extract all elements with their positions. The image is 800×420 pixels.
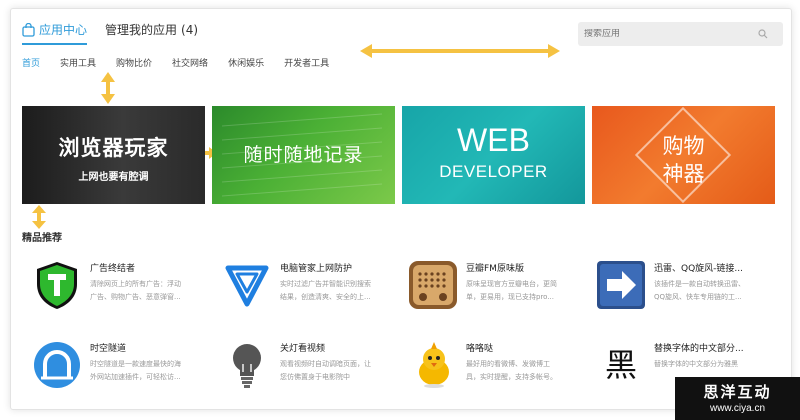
vertical-arrow-annotation — [101, 72, 115, 104]
nav-utilities[interactable]: 实用工具 — [60, 56, 96, 69]
shield-t-icon — [37, 262, 77, 309]
lightbulb-icon — [233, 344, 261, 388]
search-input[interactable] — [578, 29, 758, 39]
banner-notes[interactable]: 随时随地记录 — [212, 106, 395, 204]
tab-manage-apps-label: 管理我的应用 — [105, 23, 178, 37]
radio-icon — [409, 261, 457, 309]
banner-notes-title: 随时随地记录 — [243, 144, 364, 166]
site-watermark: 思洋互动 www.ciya.cn — [675, 377, 800, 420]
app-item-lights-off[interactable]: 关灯看视频 观看视频时自动调暗页面，让您仿佛置身于电影院中 — [212, 338, 382, 398]
banner-browser-player[interactable]: 浏览器玩家 上网也要有腔调 — [22, 106, 205, 204]
app-item-pc-manager[interactable]: 电脑管家上网防护 实时过滤广告并智能识别搜索结果，创造清爽、安全的上... — [212, 258, 382, 318]
app-name: 广告终结者 — [90, 264, 136, 274]
banner-shopping[interactable]: 购物 神器 — [592, 106, 775, 204]
nav-shopping[interactable]: 购物比价 — [116, 56, 152, 69]
app-item-thunder-link[interactable]: 迅雷、QQ旋风-链接... 该插件是一款自动转换迅雷、QQ旋风、快车专用链的工.… — [586, 258, 756, 318]
app-name: 电脑管家上网防护 — [280, 264, 353, 274]
tab-app-center[interactable]: 应用中心 — [22, 20, 88, 45]
nav-social[interactable]: 社交网络 — [172, 56, 208, 69]
app-desc: 观看视频时自动调暗页面，让您仿佛置身于电影院中 — [280, 360, 371, 381]
shopping-bag-icon — [22, 23, 35, 37]
nav-developer-tools[interactable]: 开发者工具 — [284, 56, 329, 69]
search-box — [578, 22, 783, 46]
app-desc: 原味呈现官方豆瓣电台，更简单，更易用，现已支持pro... — [466, 280, 557, 301]
banner-web-developer-subtitle: DEVELOPER — [439, 162, 548, 181]
app-desc: 该插件是一款自动转换迅雷、QQ旋风、快车专用链的工... — [654, 280, 745, 301]
nav-entertainment[interactable]: 休闲娱乐 — [228, 56, 264, 69]
banner-browser-player-subtitle: 上网也要有腔调 — [78, 172, 149, 183]
watermark-brand: 思洋互动 — [703, 383, 772, 401]
app-name: 替换字体的中文部分... — [654, 344, 744, 354]
tab-app-center-label: 应用中心 — [39, 23, 88, 37]
banner-shopping-line2: 神器 — [662, 162, 705, 186]
hei-char-icon: 黑 — [604, 346, 637, 384]
banner-browser-player-title: 浏览器玩家 — [58, 135, 169, 160]
watermark-url: www.ciya.cn — [709, 403, 765, 414]
header-tabs: 应用中心 管理我的应用 (4) — [22, 20, 214, 45]
tencent-shield-icon — [225, 265, 269, 307]
app-name: 豆瓣FM原味版 — [466, 264, 524, 274]
horizontal-arrow-annotation — [360, 44, 560, 58]
app-item-douban-fm[interactable]: 豆瓣FM原味版 原味呈现官方豆瓣电台，更简单，更易用，现已支持pro... — [398, 258, 568, 318]
app-name: 迅雷、QQ旋风-链接... — [654, 264, 743, 274]
category-nav: 首页 实用工具 购物比价 社交网络 休闲娱乐 开发者工具 — [22, 56, 349, 69]
section-gap-arrow-annotation — [32, 205, 46, 229]
tunnel-icon — [34, 342, 80, 388]
app-desc: 清除网页上的所有广告：浮动广告、购物广告、恶意弹窗... — [90, 280, 181, 301]
app-desc: 时空隧道是一款速度最快的海外网站加速插件，可轻松访... — [90, 360, 181, 381]
banner-web-developer[interactable]: WEB DEVELOPER — [402, 106, 585, 204]
tab-manage-apps[interactable]: 管理我的应用 (4) — [103, 20, 198, 40]
app-name: 关灯看视频 — [280, 344, 326, 354]
app-name: 时空隧道 — [90, 344, 127, 354]
banner-shopping-line1: 购物 — [662, 134, 705, 158]
app-item-gegeda[interactable]: 咯咯哒 最好用的看微博、发微博工具，实时提醒，支持多帐号。 — [398, 338, 568, 398]
app-name: 咯咯哒 — [466, 344, 494, 354]
arrow-right-icon — [597, 261, 645, 309]
nav-home[interactable]: 首页 — [22, 56, 40, 69]
app-desc: 实时过滤广告并智能识别搜索结果，创造清爽、安全的上... — [280, 280, 371, 301]
app-desc: 最好用的看微博、发微博工具，实时提醒，支持多帐号。 — [466, 360, 557, 381]
section-featured-title: 精品推荐 — [22, 233, 62, 244]
app-item-ad-terminator[interactable]: 广告终结者 清除网页上的所有广告：浮动广告、购物广告、恶意弹窗... — [22, 258, 192, 318]
search-icon[interactable] — [758, 29, 768, 39]
chick-icon — [419, 342, 449, 388]
banner-web-developer-title: WEB — [457, 122, 530, 158]
tab-manage-count: (4) — [181, 23, 199, 37]
app-item-time-tunnel[interactable]: 时空隧道 时空隧道是一款速度最快的海外网站加速插件，可轻松访... — [22, 338, 192, 398]
